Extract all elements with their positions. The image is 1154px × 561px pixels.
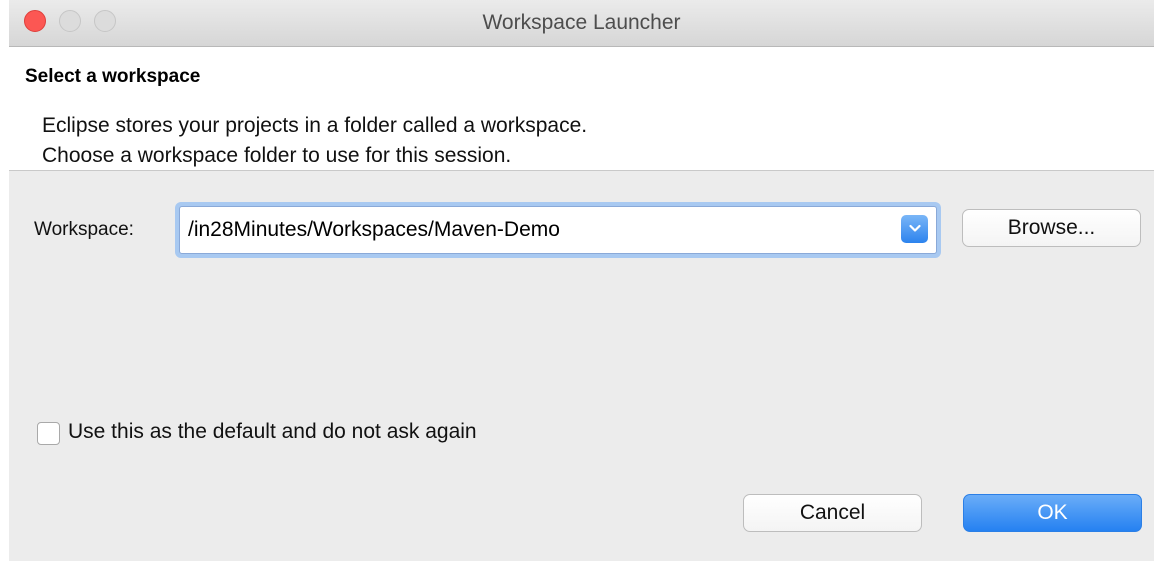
workspace-path-input[interactable]: /in28Minutes/Workspaces/Maven-Demo [188,207,560,253]
cancel-button[interactable]: Cancel [743,494,922,532]
chevron-down-icon [908,224,921,232]
default-workspace-checkbox-label[interactable]: Use this as the default and do not ask a… [68,420,477,444]
workspace-label: Workspace: [34,219,134,240]
header-description: Eclipse stores your projects in a folder… [42,111,587,171]
header-title: Select a workspace [25,66,201,87]
workspace-dropdown-button[interactable] [901,215,928,243]
ok-button[interactable]: OK [963,494,1142,532]
header-description-line-2: Choose a workspace folder to use for thi… [42,144,512,167]
workspace-launcher-dialog: Workspace Launcher Select a workspace Ec… [9,0,1154,561]
header-description-line-1: Eclipse stores your projects in a folder… [42,114,588,137]
workspace-combo[interactable]: /in28Minutes/Workspaces/Maven-Demo [179,206,937,254]
dialog-header: Select a workspace Eclipse stores your p… [9,47,1154,171]
title-bar: Workspace Launcher [9,0,1154,47]
default-workspace-checkbox[interactable] [37,422,60,445]
window-title: Workspace Launcher [482,11,681,34]
browse-button[interactable]: Browse... [962,209,1141,247]
